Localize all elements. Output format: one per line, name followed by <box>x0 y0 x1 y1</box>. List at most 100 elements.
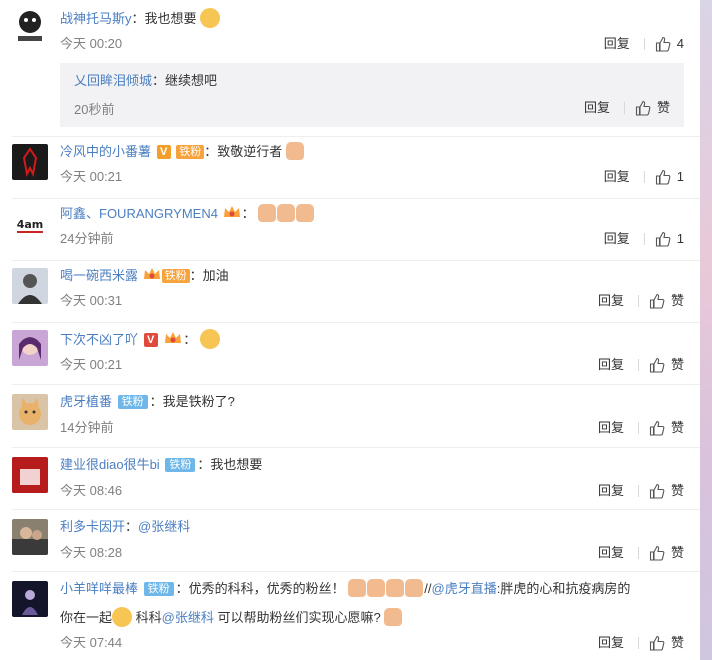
pointing-emoji-icon <box>384 608 403 626</box>
comment-item: 小羊咩咩最棒 铁粉 ：优秀的科科，优秀的粉丝！ //@虎牙直播:胖虎的心和抗疫病房… <box>0 573 700 660</box>
reply-button[interactable]: 回复 <box>604 35 630 53</box>
like-button[interactable]: 赞 <box>649 544 684 562</box>
like-button[interactable]: 赞 <box>649 356 684 374</box>
mention-link[interactable]: @张继科 <box>162 610 214 625</box>
comment-text: 继续想吧 <box>165 73 218 88</box>
mention-link[interactable]: @张继科 <box>138 519 190 534</box>
avatar[interactable] <box>12 581 48 617</box>
username[interactable]: 虎牙植番 <box>60 394 112 409</box>
comment-body: 利多卡因开：@张继科 <box>60 517 190 537</box>
comment-text: 可以帮助粉丝们实现心愿嘛? <box>213 610 381 625</box>
like-button[interactable]: 赞 <box>649 292 684 310</box>
fan-badge: 铁粉 <box>143 582 174 596</box>
reply-button[interactable]: 回复 <box>598 419 624 437</box>
thumbs-up-icon <box>649 635 665 651</box>
comment-actions: 回复 赞 <box>598 634 684 652</box>
separator: ： <box>204 144 218 159</box>
reply-button[interactable]: 回复 <box>598 544 624 562</box>
comment-actions: 回复 赞 <box>598 419 684 437</box>
separator: ： <box>152 73 166 88</box>
comment-text: 优秀的科科，优秀的粉丝！ <box>188 581 345 596</box>
like-button[interactable]: 4 <box>655 35 684 53</box>
comment-actions: 回复 1 <box>604 230 684 248</box>
reply-button[interactable]: 回复 <box>598 356 624 374</box>
thumbs-up-icon <box>649 357 665 373</box>
comment-body-line2: 你在一起 科科@张继科 可以帮助粉丝们实现心愿嘛? <box>60 607 403 628</box>
like-button[interactable]: 赞 <box>649 482 684 500</box>
reply-button[interactable]: 回复 <box>598 482 624 500</box>
verified-icon: V <box>156 145 171 159</box>
mention-link[interactable]: @虎牙直播 <box>432 581 497 596</box>
comment-text: 加油 <box>202 268 229 283</box>
reply-button[interactable]: 回复 <box>604 168 630 186</box>
thumbs-emoji-icon <box>258 204 277 222</box>
comment-item: 4am 阿鑫、FOURANGRYMEN4 ： 24分钟前 回复 1 <box>0 200 700 262</box>
username[interactable]: 喝一碗西米露 <box>60 268 138 283</box>
timestamp: 今天 08:28 <box>60 545 123 560</box>
divider <box>643 233 645 245</box>
repost-separator: // <box>424 581 432 596</box>
avatar[interactable] <box>12 144 48 180</box>
thumbs-emoji-icon <box>296 204 315 222</box>
like-label: 赞 <box>670 635 684 650</box>
avatar[interactable]: 4am <box>12 206 48 242</box>
username[interactable]: 利多卡因开 <box>60 519 125 534</box>
username[interactable]: 阿鑫、FOURANGRYMEN4 <box>60 206 218 221</box>
crown-badge-icon <box>163 331 183 345</box>
divider <box>637 637 639 649</box>
username[interactable]: 下次不凶了吖 <box>60 332 138 347</box>
comment-body: 小羊咩咩最棒 铁粉 ：优秀的科科，优秀的粉丝！ //@虎牙直播:胖虎的心和抗疫病房… <box>60 579 630 599</box>
avatar[interactable] <box>12 457 48 493</box>
like-count: 4 <box>676 36 684 51</box>
like-button[interactable]: 1 <box>655 168 684 186</box>
thumbs-up-icon <box>649 293 665 309</box>
row-divider <box>12 384 700 385</box>
comment-text: 致敬逆行者 <box>217 144 283 159</box>
comment-text: 我也想要 <box>210 457 263 472</box>
username[interactable]: 小羊咩咩最棒 <box>60 581 138 596</box>
svg-text:4am: 4am <box>17 218 44 231</box>
comment-actions: 回复 赞 <box>598 482 684 500</box>
fan-badge: 铁粉 <box>176 145 205 159</box>
like-label: 赞 <box>670 293 684 308</box>
reply-button[interactable]: 回复 <box>598 634 624 652</box>
timestamp: 今天 07:44 <box>60 635 123 650</box>
comment-item: 战神托马斯y：我也想要 今天 00:20 回复 4 乂回眸泪倾城：继续想吧 20… <box>0 0 700 140</box>
salute-emoji-icon <box>348 579 367 597</box>
like-label: 赞 <box>670 483 684 498</box>
avatar[interactable] <box>12 8 48 44</box>
like-button[interactable]: 1 <box>655 230 684 248</box>
timestamp: 20秒前 <box>74 102 115 117</box>
separator: ： <box>131 11 145 26</box>
username[interactable]: 乂回眸泪倾城 <box>74 73 152 88</box>
reply-button[interactable]: 回复 <box>604 230 630 248</box>
reply-button[interactable]: 回复 <box>584 99 610 117</box>
reply-button[interactable]: 回复 <box>598 292 624 310</box>
like-label: 赞 <box>656 100 670 115</box>
like-button[interactable]: 赞 <box>649 419 684 437</box>
separator: ： <box>149 394 163 409</box>
avatar[interactable] <box>12 330 48 366</box>
crown-badge-icon <box>142 267 162 281</box>
thumbs-emoji-icon <box>277 204 296 222</box>
like-button[interactable]: 赞 <box>649 634 684 652</box>
username[interactable]: 建业很diao很牛bi <box>60 457 160 472</box>
divider <box>637 547 639 559</box>
background-strip <box>700 0 712 660</box>
salute-emoji-icon <box>405 579 424 597</box>
username[interactable]: 冷风中的小番薯 <box>60 144 151 159</box>
separator: ： <box>197 457 211 472</box>
avatar[interactable] <box>12 394 48 430</box>
comment-body: 喝一碗西米露 铁粉 ：加油 <box>60 266 229 286</box>
avatar[interactable] <box>12 519 48 555</box>
comment-actions: 回复 赞 <box>598 292 684 310</box>
crown-badge-icon <box>222 205 242 219</box>
row-divider <box>12 509 700 510</box>
separator: ： <box>175 581 189 596</box>
separator: ： <box>125 519 139 534</box>
avatar[interactable] <box>12 268 48 304</box>
like-label: 赞 <box>670 545 684 560</box>
surprised-emoji-icon <box>199 329 220 349</box>
like-button[interactable]: 赞 <box>635 99 670 117</box>
username[interactable]: 战神托马斯y <box>60 11 132 26</box>
